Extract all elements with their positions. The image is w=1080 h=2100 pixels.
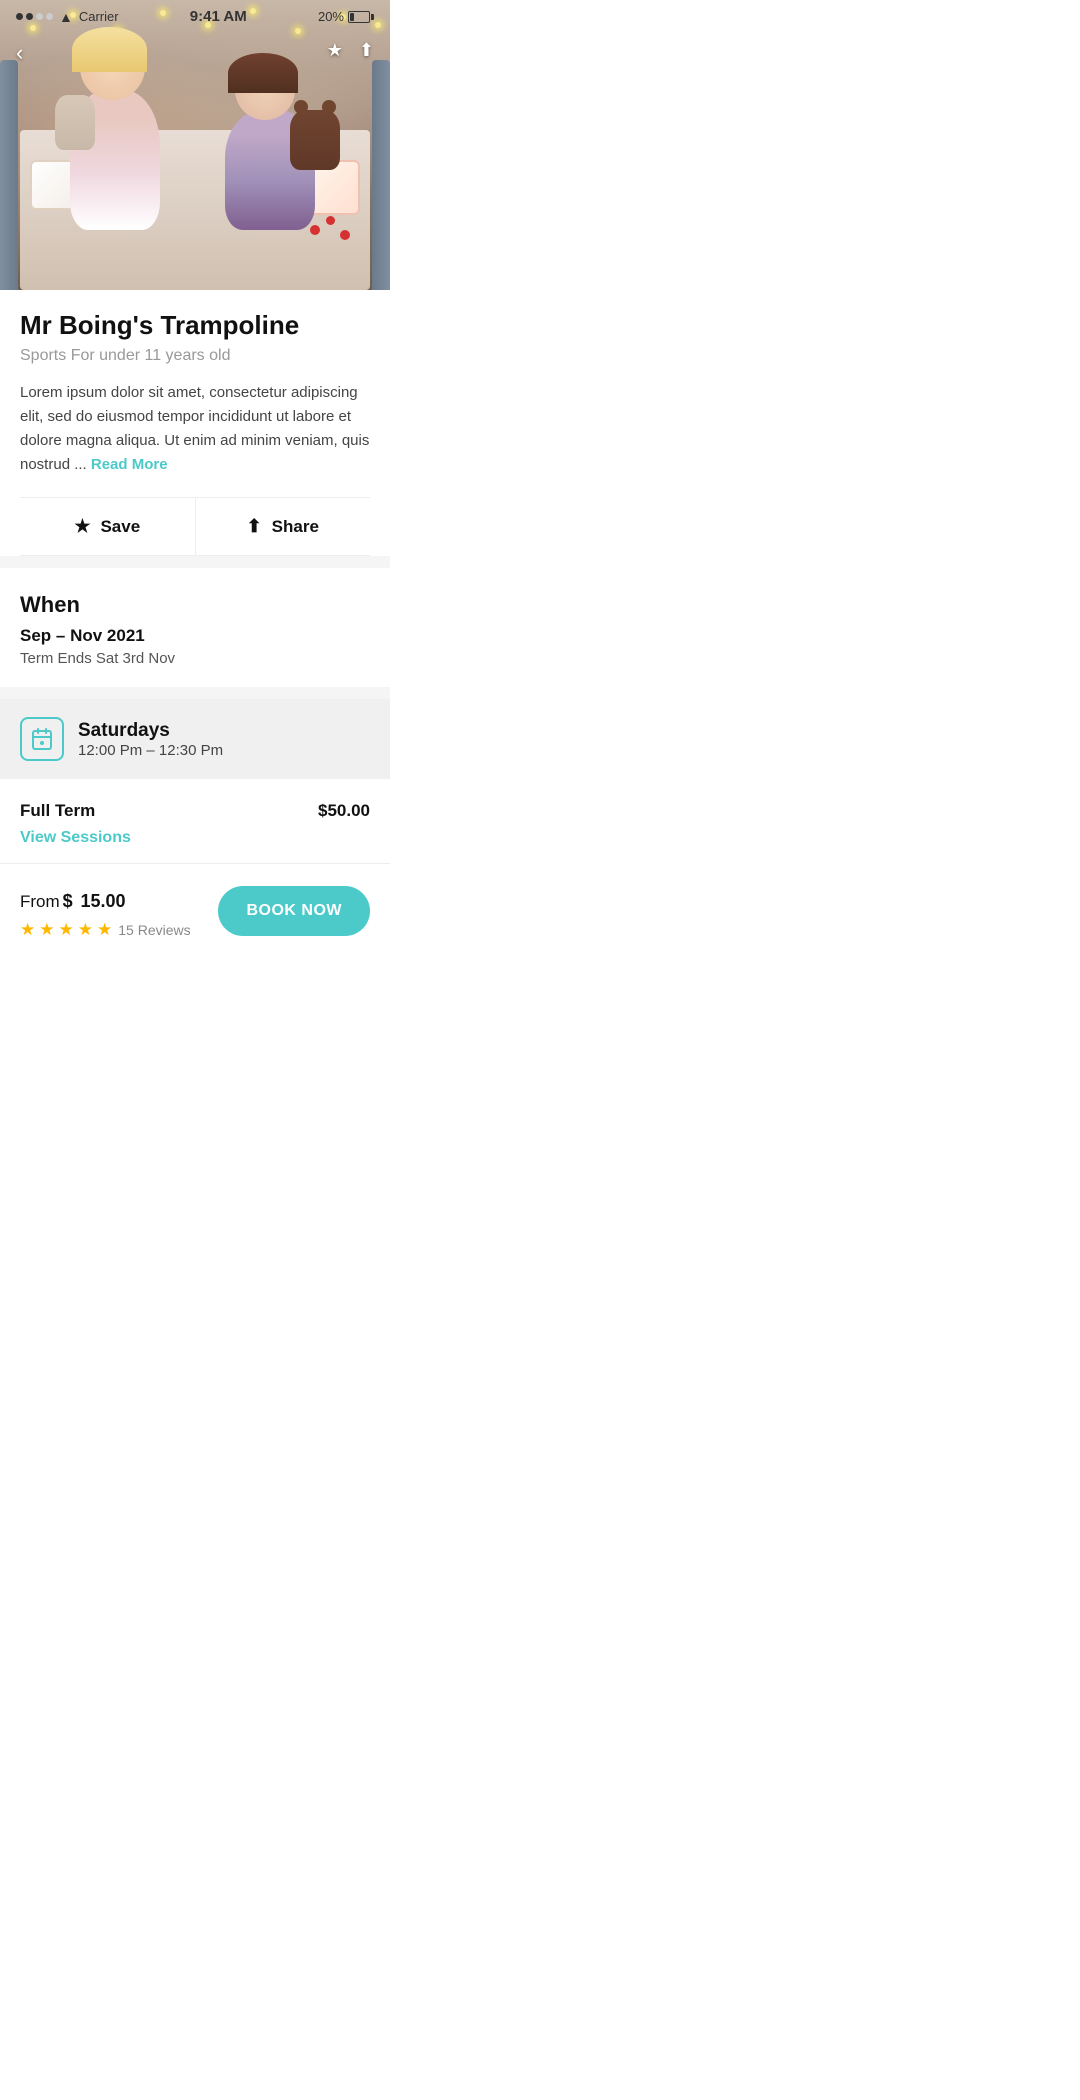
schedule-card: Saturdays 12:00 Pm – 12:30 Pm xyxy=(0,699,390,779)
schedule-time: 12:00 Pm – 12:30 Pm xyxy=(78,742,223,759)
pricing-row: Full Term $50.00 xyxy=(20,801,370,821)
reviews-count: 15 Reviews xyxy=(118,922,190,938)
from-amount: $ 15.00 xyxy=(63,882,126,914)
back-button[interactable]: ‹ xyxy=(16,40,23,66)
battery-percent: 20% xyxy=(318,9,344,24)
full-term-label: Full Term xyxy=(20,801,95,821)
book-now-button[interactable]: BOOK NOW xyxy=(218,886,370,936)
activity-subtitle: Sports For under 11 years old xyxy=(20,347,370,365)
date-range: Sep – Nov 2021 xyxy=(20,626,370,646)
view-sessions-link[interactable]: View Sessions xyxy=(20,829,131,846)
term-ends: Term Ends Sat 3rd Nov xyxy=(20,650,370,667)
schedule-gap xyxy=(0,687,390,699)
activity-title: Mr Boing's Trampoline xyxy=(20,310,370,341)
schedule-info: Saturdays 12:00 Pm – 12:30 Pm xyxy=(78,720,223,759)
pricing-section: Full Term $50.00 View Sessions xyxy=(0,779,390,863)
full-term-amount: $50.00 xyxy=(318,801,370,821)
when-title: When xyxy=(20,592,370,618)
price-block: From $ 15.00 xyxy=(20,882,191,914)
star-2: ★ xyxy=(39,920,54,940)
bottom-bar: From $ 15.00 ★ ★ ★ ★ ★ 15 Reviews BOOK N… xyxy=(0,864,390,964)
wifi-icon: ▲ xyxy=(59,9,73,25)
currency-symbol: $ xyxy=(63,891,73,911)
star-5: ★ xyxy=(97,920,112,940)
activity-description: Lorem ipsum dolor sit amet, consectetur … xyxy=(20,381,370,477)
calendar-icon xyxy=(20,717,64,761)
status-time: 9:41 AM xyxy=(190,8,247,25)
share-icon: ⬆ xyxy=(247,516,262,537)
star-1: ★ xyxy=(20,920,35,940)
star-4: ★ xyxy=(78,920,93,940)
from-label: From xyxy=(20,892,60,912)
share-header-button[interactable]: ⬆ xyxy=(359,40,374,61)
share-button[interactable]: ⬆ Share xyxy=(196,498,371,555)
save-icon: ★ xyxy=(74,516,90,537)
content-area: Mr Boing's Trampoline Sports For under 1… xyxy=(0,290,390,556)
status-right: 20% xyxy=(318,9,374,24)
carrier-label: Carrier xyxy=(79,9,119,24)
battery-icon xyxy=(348,11,374,23)
nav-actions: ★ ⬆ xyxy=(327,40,374,61)
signal-dots xyxy=(16,13,53,20)
status-left: ▲ Carrier xyxy=(16,9,119,25)
status-bar: ▲ Carrier 9:41 AM 20% xyxy=(0,0,390,29)
bookmark-button[interactable]: ★ xyxy=(327,40,343,61)
when-section: When Sep – Nov 2021 Term Ends Sat 3rd No… xyxy=(0,568,390,687)
signal-dot-2 xyxy=(26,13,33,20)
signal-dot-1 xyxy=(16,13,23,20)
save-button[interactable]: ★ Save xyxy=(20,498,196,555)
price-from: From $ 15.00 ★ ★ ★ ★ ★ 15 Reviews xyxy=(20,882,191,940)
signal-dot-4 xyxy=(46,13,53,20)
star-3: ★ xyxy=(59,920,74,940)
price-value: 15.00 xyxy=(80,891,125,911)
section-gap-1 xyxy=(0,556,390,568)
signal-dot-3 xyxy=(36,13,43,20)
save-share-row: ★ Save ⬆ Share xyxy=(20,497,370,556)
hero-image: ‹ ★ ⬆ xyxy=(0,0,390,290)
schedule-day: Saturdays xyxy=(78,720,223,742)
stars-row: ★ ★ ★ ★ ★ 15 Reviews xyxy=(20,920,191,940)
read-more-link[interactable]: Read More xyxy=(91,456,168,473)
